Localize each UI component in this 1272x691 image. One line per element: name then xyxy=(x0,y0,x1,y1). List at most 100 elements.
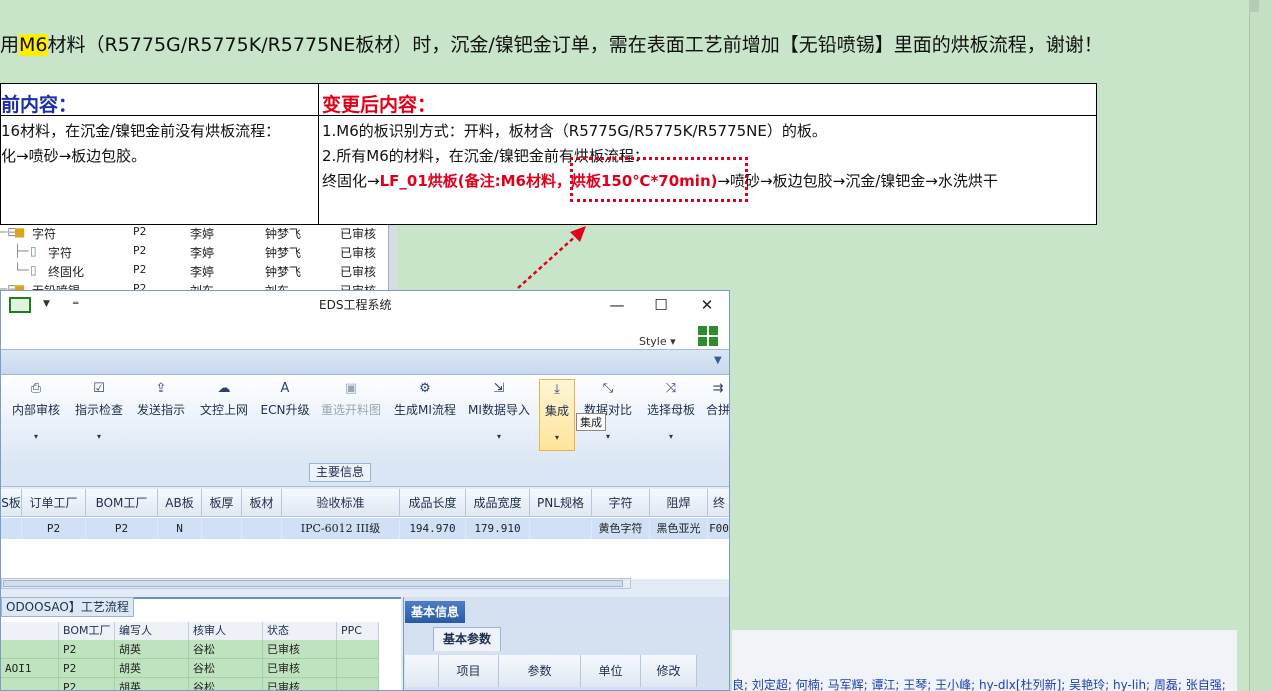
tab-basic-params[interactable]: 基本参数 xyxy=(433,627,502,651)
grid-cell[interactable]: 黑色亚光 xyxy=(650,518,708,539)
reselect-cutting-map-button[interactable]: ▣ 重选开料图 xyxy=(317,379,385,451)
dropdown-arrow-icon[interactable]: ▾ xyxy=(540,433,574,442)
param-header[interactable]: 修改 xyxy=(641,655,697,687)
flow-cell[interactable]: 胡英 xyxy=(115,640,189,659)
mi-data-import-button[interactable]: ⇲ MI数据导入 ▾ xyxy=(465,379,533,451)
tab-basic-info[interactable]: 基本信息 xyxy=(405,601,466,623)
dropdown-arrow-icon[interactable]: ▾ xyxy=(71,432,127,441)
send-instruction-button[interactable]: ⇪ 发送指示 xyxy=(133,379,189,451)
flow-header[interactable] xyxy=(1,622,59,640)
flow-cell[interactable] xyxy=(1,678,59,690)
quick-access-dropdown-icon[interactable]: ▼ xyxy=(43,299,50,309)
param-header[interactable]: 项目 xyxy=(439,655,499,687)
right-scrollbar[interactable] xyxy=(1249,0,1272,691)
internal-review-button[interactable]: ⎙ 内部审核 ▾ xyxy=(7,379,65,451)
after-line-1: 1.M6的板识别方式：开料，板材含（R5775G/R5775K/R5775NE）… xyxy=(322,122,827,140)
flow-cell[interactable]: P2 xyxy=(59,659,115,678)
flow-header[interactable]: 编写人 xyxy=(115,622,189,640)
grid-cell[interactable]: P2 xyxy=(86,518,158,539)
grid-header[interactable]: BOM工厂 xyxy=(86,489,158,517)
flow-cell[interactable]: 谷松 xyxy=(189,678,263,690)
flow-cell[interactable]: 已审核 xyxy=(263,678,337,690)
grid-cell[interactable]: 黄色字符 xyxy=(592,518,650,539)
app-monitor-icon[interactable] xyxy=(9,297,31,313)
flow-cell[interactable]: 谷松 xyxy=(189,640,263,659)
flow-header[interactable]: 核审人 xyxy=(189,622,263,640)
integrate-tooltip: 集成 xyxy=(576,413,606,431)
flow-cell[interactable] xyxy=(1,640,59,659)
minimize-button[interactable]: — xyxy=(605,295,629,315)
flow-cell[interactable]: 已审核 xyxy=(263,659,337,678)
flow-cell[interactable]: 谷松 xyxy=(189,659,263,678)
grid-header[interactable]: 板厚 xyxy=(202,489,242,517)
flow-cell[interactable]: P2 xyxy=(59,640,115,659)
customize-toolbar-icon[interactable]: ═ xyxy=(73,299,78,309)
data-grid: S板 订单工厂 BOM工厂 AB板 板厚 板材 验收标准 成品长度 成品宽度 P… xyxy=(1,489,729,579)
grid-header[interactable]: AB板 xyxy=(158,489,202,517)
grid-header[interactable]: 字符 xyxy=(592,489,650,517)
flow-header[interactable]: 状态 xyxy=(263,622,337,640)
doc-control-online-button[interactable]: ☁ 文控上网 xyxy=(195,379,253,451)
tree-scrollbar[interactable] xyxy=(388,225,397,295)
dropdown-arrow-icon[interactable]: ▾ xyxy=(465,432,533,441)
flow-cell[interactable]: AOI1 xyxy=(1,659,59,678)
grid-cell[interactable]: 179.910 xyxy=(466,518,530,539)
highlight-m6: M6 xyxy=(19,34,48,56)
grid-cell[interactable] xyxy=(530,518,592,539)
grid-cell[interactable] xyxy=(242,518,282,539)
image-icon: ▣ xyxy=(344,381,358,396)
param-header[interactable]: 单位 xyxy=(581,655,641,687)
grid-header[interactable]: 终 xyxy=(708,489,729,517)
flow-cell[interactable]: 胡英 xyxy=(115,678,189,690)
grid-header[interactable]: 成品宽度 xyxy=(466,489,530,517)
scroll-up-button[interactable] xyxy=(1249,0,1259,12)
dropdown-arrow-icon[interactable]: ▾ xyxy=(641,432,701,441)
dropdown-arrow-icon[interactable]: ▾ xyxy=(7,432,65,441)
grid-header[interactable]: 成品长度 xyxy=(400,489,466,517)
windows-logo-icon[interactable] xyxy=(697,325,719,347)
flow-cell[interactable]: 已审核 xyxy=(263,640,337,659)
background-tree: ─⊟ ■ 字符 P2 李婷 钟梦飞 已审核 ├─ ▯ 字符 P2 李婷 钟梦飞 … xyxy=(0,225,395,298)
dropdown-arrow-icon[interactable]: ▾ xyxy=(581,432,635,441)
tree-row[interactable]: └─ ▯ 终固化 P2 李婷 钟梦飞 已审核 xyxy=(0,263,380,282)
tree-row[interactable]: ─⊟ ■ 字符 P2 李婷 钟梦飞 已审核 xyxy=(0,225,380,244)
close-button[interactable]: ✕ xyxy=(695,295,719,315)
grid-cell[interactable]: F00 xyxy=(708,518,729,539)
grid-cell[interactable]: N xyxy=(158,518,202,539)
grid-header[interactable]: S板 xyxy=(1,489,22,517)
flow-cell[interactable] xyxy=(337,640,379,659)
merge-button[interactable]: ⇉ 合拼 xyxy=(705,379,729,451)
flow-header[interactable]: PPC xyxy=(337,622,379,640)
select-mother-board-button[interactable]: ⤨ 选择母板 ▾ xyxy=(641,379,701,451)
grid-header[interactable]: 阻焊 xyxy=(650,489,708,517)
grid-cell[interactable] xyxy=(202,518,242,539)
grid-header[interactable]: 验收标准 xyxy=(282,489,400,517)
grid-header[interactable]: 板材 xyxy=(242,489,282,517)
grid-scroll-thumb[interactable] xyxy=(3,580,623,587)
flow-header[interactable]: BOM工厂 xyxy=(59,622,115,640)
cloud-upload-icon: ☁ xyxy=(217,381,231,396)
folder-icon: ■ xyxy=(14,225,26,239)
generate-mi-flow-button[interactable]: ⚙ 生成MI流程 xyxy=(391,379,459,451)
flow-cell[interactable] xyxy=(337,678,379,690)
grid-header[interactable]: 订单工厂 xyxy=(22,489,86,517)
grid-header[interactable]: PNL规格 xyxy=(530,489,592,517)
grid-cell[interactable]: 194.970 xyxy=(400,518,466,539)
download-icon: ⤓ xyxy=(554,382,560,397)
grid-cell[interactable]: P2 xyxy=(22,518,86,539)
style-menu[interactable]: Style ▾ xyxy=(639,335,676,348)
contributors-list[interactable]: 良; 刘定超; 何楠; 马军辉; 谭江; 王琴; 王小峰; hy-dlx[杜列新… xyxy=(732,676,1252,691)
param-header[interactable]: 参数 xyxy=(499,655,581,687)
tree-row[interactable]: ├─ ▯ 字符 P2 李婷 钟梦飞 已审核 xyxy=(0,244,380,263)
ribbon-expand-icon[interactable]: ▼ xyxy=(714,355,722,366)
integrate-button[interactable]: ⤓ 集成 ▾ xyxy=(539,379,575,451)
flow-cell[interactable] xyxy=(337,659,379,678)
before-line-2: 化→喷砂→板边包胶。 xyxy=(1,147,147,165)
maximize-button[interactable]: ☐ xyxy=(649,295,673,315)
instruction-check-button[interactable]: ☑ 指示检查 ▾ xyxy=(71,379,127,451)
grid-cell[interactable] xyxy=(1,518,22,539)
flow-cell[interactable]: P2 xyxy=(59,678,115,690)
grid-cell[interactable]: IPC-6012 III级 xyxy=(282,518,400,539)
ecn-upgrade-button[interactable]: A ECN升级 xyxy=(259,379,311,451)
flow-cell[interactable]: 胡英 xyxy=(115,659,189,678)
